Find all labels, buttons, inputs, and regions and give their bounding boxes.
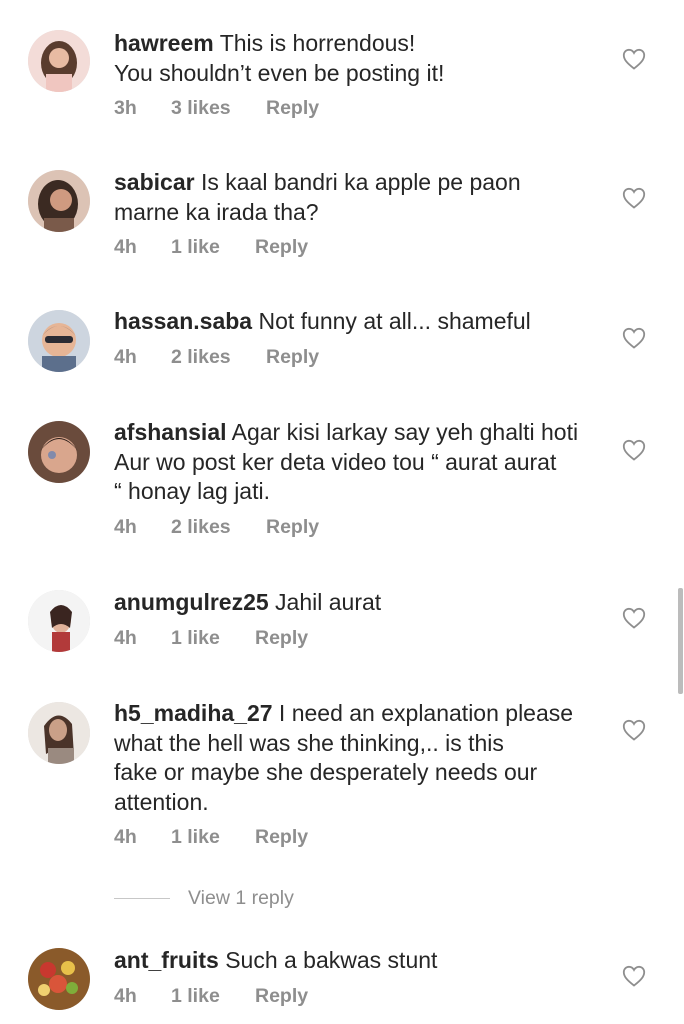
heart-outline-icon[interactable]	[622, 327, 646, 349]
comment-line: Aur wo post ker deta video tou “ aurat a…	[114, 448, 557, 475]
timestamp: 4h	[114, 346, 137, 368]
comment-text: anumgulrez25 Jahil aurat	[114, 588, 614, 618]
avatar[interactable]	[28, 702, 90, 764]
comment-text: ant_fruits Such a bakwas stunt	[114, 946, 614, 976]
avatar[interactable]	[28, 948, 90, 1010]
comment-line: marne ka irada tha?	[114, 198, 319, 225]
username-link[interactable]: anumgulrez25	[114, 589, 269, 615]
username-link[interactable]: hawreem	[114, 30, 214, 56]
reply-button[interactable]: Reply	[266, 97, 319, 120]
likes-count[interactable]: 2 likes	[171, 516, 266, 539]
comment-meta: 4h 1 like Reply	[114, 236, 308, 259]
username-link[interactable]: sabicar	[114, 169, 195, 195]
avatar[interactable]	[28, 170, 90, 232]
reply-button[interactable]: Reply	[266, 346, 319, 369]
comment-line: You shouldn’t even be posting it!	[114, 59, 445, 86]
view-replies-button[interactable]: View 1 reply	[114, 884, 294, 912]
comment-line: Agar kisi larkay say yeh ghalti hoti	[231, 419, 579, 445]
comment-line: “ honay lag jati.	[114, 478, 270, 504]
heart-outline-icon[interactable]	[622, 439, 646, 461]
comment-text: hawreem This is horrendous! You shouldn’…	[114, 29, 614, 88]
comment-text: sabicar Is kaal bandri ka apple pe paon …	[114, 168, 614, 227]
heart-outline-icon[interactable]	[622, 607, 646, 629]
reply-button[interactable]: Reply	[255, 627, 308, 650]
heart-outline-icon[interactable]	[622, 48, 646, 70]
timestamp: 4h	[114, 627, 137, 649]
comment-text: afshansial Agar kisi larkay say yeh ghal…	[114, 418, 614, 507]
comment-line: Jahil aurat	[275, 589, 382, 615]
avatar[interactable]	[28, 421, 90, 483]
reply-button[interactable]: Reply	[255, 826, 308, 849]
comment-meta: 4h 1 like Reply	[114, 985, 308, 1008]
replies-divider	[114, 897, 170, 899]
avatar[interactable]	[28, 30, 90, 92]
username-link[interactable]: hassan.saba	[114, 308, 252, 334]
comment-meta: 4h 1 like Reply	[114, 826, 308, 849]
comment-meta: 4h 2 likes Reply	[114, 516, 319, 539]
comment-line: attention.	[114, 788, 209, 815]
reply-button[interactable]: Reply	[255, 985, 308, 1008]
username-link[interactable]: h5_madiha_27	[114, 700, 273, 726]
scrollbar-thumb[interactable]	[678, 588, 683, 694]
timestamp: 4h	[114, 516, 137, 538]
comment-meta: 4h 1 like Reply	[114, 627, 308, 650]
avatar[interactable]	[28, 590, 90, 652]
comment-line: I need an explanation please	[278, 700, 574, 726]
comment-meta: 3h 3 likes Reply	[114, 97, 319, 120]
likes-count[interactable]: 1 like	[171, 236, 255, 259]
avatar[interactable]	[28, 310, 90, 372]
likes-count[interactable]: 2 likes	[171, 346, 266, 369]
comment-line: This is horrendous!	[219, 30, 416, 56]
reply-button[interactable]: Reply	[255, 236, 308, 259]
comment-line: fake or maybe she desperately needs our	[114, 759, 538, 785]
timestamp: 3h	[114, 97, 137, 119]
comment-line: Not funny at all... shameful	[258, 308, 531, 334]
username-link[interactable]: ant_fruits	[114, 947, 219, 973]
comment-text: h5_madiha_27 I need an explanation pleas…	[114, 699, 614, 817]
likes-count[interactable]: 3 likes	[171, 97, 266, 120]
comment-line: Is kaal bandri ka apple pe paon	[200, 169, 521, 195]
comment-line: Such a bakwas stunt	[225, 947, 438, 973]
reply-button[interactable]: Reply	[266, 516, 319, 539]
likes-count[interactable]: 1 like	[171, 627, 255, 650]
username-link[interactable]: afshansial	[114, 419, 227, 445]
heart-outline-icon[interactable]	[622, 719, 646, 741]
comment-line: what the hell was she thinking,.. is thi…	[114, 729, 504, 756]
timestamp: 4h	[114, 236, 137, 258]
timestamp: 4h	[114, 826, 137, 848]
comment-text: hassan.saba Not funny at all... shameful	[114, 307, 614, 337]
timestamp: 4h	[114, 985, 137, 1007]
likes-count[interactable]: 1 like	[171, 826, 255, 849]
likes-count[interactable]: 1 like	[171, 985, 255, 1008]
heart-outline-icon[interactable]	[622, 965, 646, 987]
heart-outline-icon[interactable]	[622, 187, 646, 209]
comment-meta: 4h 2 likes Reply	[114, 346, 319, 369]
view-replies-label: View 1 reply	[188, 886, 294, 909]
